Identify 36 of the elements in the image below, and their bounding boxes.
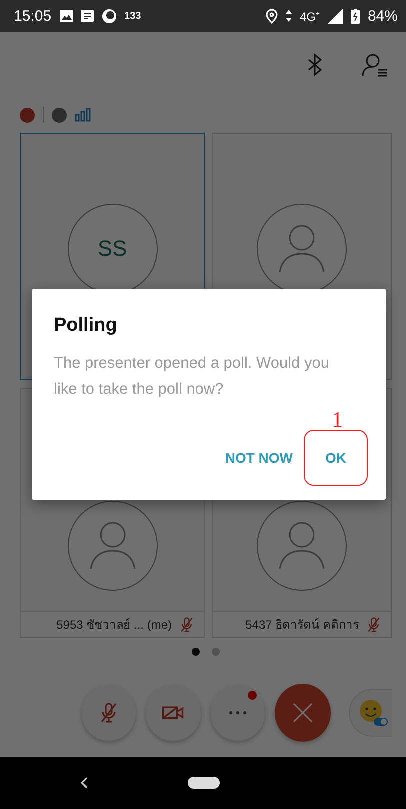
page-dot[interactable] [192, 648, 200, 656]
smiley-icon [358, 698, 388, 728]
participant-name: 5437 ธิดารัตน์ คติการ [246, 617, 359, 634]
end-call-button[interactable] [274, 684, 332, 742]
battery-level: 84% [368, 8, 398, 24]
battery-icon [350, 8, 360, 24]
annotation-number: 1 [332, 407, 343, 433]
avatar-icon [90, 522, 136, 570]
reactions-button[interactable] [349, 689, 392, 737]
data-arrows-icon [286, 10, 292, 22]
more-icon [228, 711, 248, 715]
participants-icon[interactable] [362, 52, 388, 76]
participant-name: 5953 ชัชวาลย์ ... (me) [56, 617, 172, 634]
location-icon [266, 8, 278, 24]
avatar-icon [279, 225, 325, 273]
network-type: 4G⁺ [300, 8, 320, 24]
bluetooth-icon[interactable] [308, 52, 322, 76]
video-button[interactable] [146, 685, 201, 741]
image-icon [60, 10, 73, 22]
presenter-status-icon [52, 108, 67, 122]
cell-signal-icon [328, 8, 343, 24]
page-dot[interactable] [212, 648, 220, 656]
signal-icon [75, 108, 91, 122]
back-icon[interactable] [80, 777, 88, 789]
home-button[interactable] [188, 777, 220, 789]
sync-icon [102, 8, 117, 24]
dialog-title: Polling [54, 315, 118, 337]
mic-status-icon [20, 108, 35, 122]
more-button[interactable] [210, 685, 265, 741]
avatar-icon [279, 522, 325, 570]
notification-count: 133 [124, 10, 142, 22]
message-icon [80, 10, 94, 22]
close-icon [291, 701, 316, 725]
dialog-button[interactable]: OK [304, 430, 368, 486]
clock: 15:05 [14, 8, 52, 24]
dialog-button[interactable]: NOT NOW [224, 430, 294, 486]
